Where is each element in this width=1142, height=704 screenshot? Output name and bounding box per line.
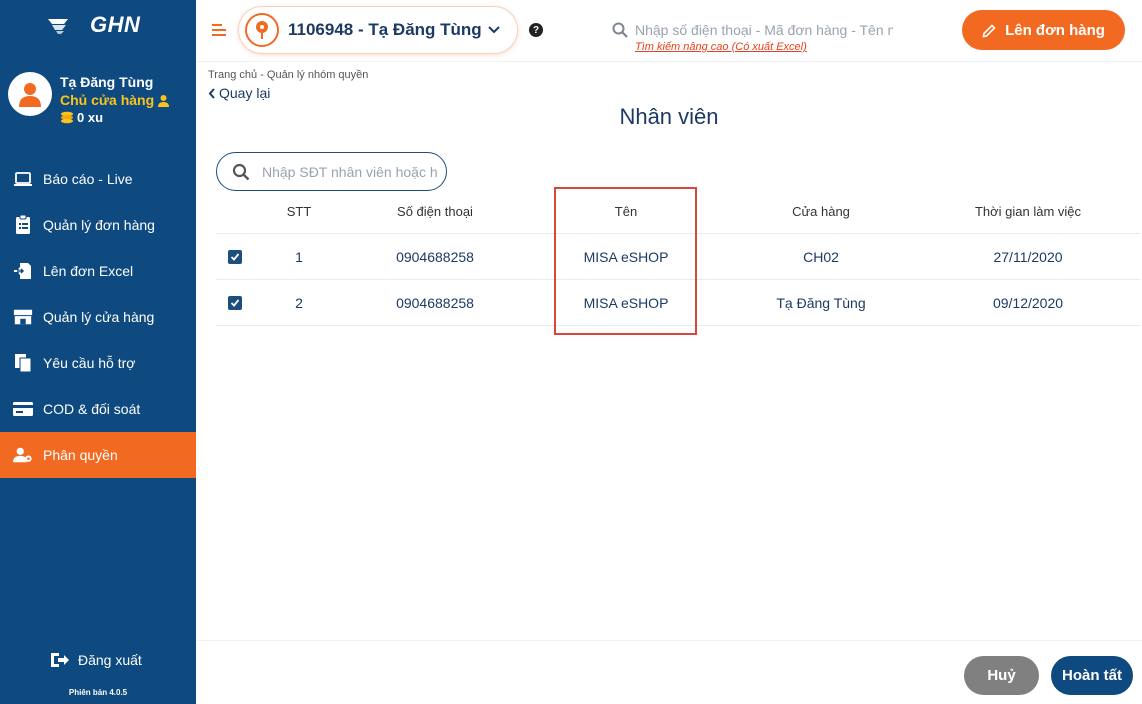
- avatar[interactable]: [8, 72, 52, 116]
- shop-name: 1106948 - Tạ Đăng Tùng: [288, 20, 482, 39]
- user-coins: 0 xu: [60, 110, 170, 125]
- employee-search-input[interactable]: [262, 163, 437, 180]
- logout-button[interactable]: Đăng xuất: [50, 652, 142, 668]
- file-import-icon: [13, 261, 33, 281]
- shop-selector[interactable]: 1106948 - Tạ Đăng Tùng: [238, 6, 518, 54]
- sidebar-item-label: Báo cáo - Live: [43, 171, 133, 187]
- checkmark-icon: [230, 252, 240, 261]
- sidebar-item-quan-ly-don-hang[interactable]: Quản lý đơn hàng: [0, 202, 196, 248]
- sidebar-item-phan-quyen[interactable]: Phân quyền: [0, 432, 196, 478]
- cell-name: MISA eSHOP: [583, 294, 669, 311]
- sidebar-item-label: Quản lý đơn hàng: [43, 217, 155, 233]
- cell-time: 27/11/2020: [993, 248, 1063, 265]
- logo-text: GHN: [90, 12, 141, 37]
- top-header: 1106948 - Tạ Đăng Tùng ? Tìm kiếm nâng c…: [196, 0, 1142, 62]
- table-row: 2 0904688258 MISA eSHOP Tạ Đăng Tùng 09/…: [216, 280, 1140, 326]
- page-title: Nhân viên: [619, 104, 719, 129]
- sidebar-item-quan-ly-cua-hang[interactable]: Quản lý cửa hàng: [0, 294, 196, 340]
- user-profile: Tạ Đăng Tùng Chủ cửa hàng 0 xu: [8, 72, 170, 125]
- sidebar-item-label: Phân quyền: [43, 447, 118, 463]
- ghn-logo[interactable]: GHN: [46, 12, 140, 38]
- checkmark-icon: [230, 298, 240, 307]
- user-name: Tạ Đăng Tùng: [60, 74, 154, 90]
- employee-table: STT Số điện thoại Tên Cửa hàng Thời gian…: [216, 190, 1140, 326]
- cell-time: 09/12/2020: [992, 294, 1064, 311]
- cell-phone: 0904688258: [396, 294, 474, 311]
- sidebar-item-bao-cao[interactable]: Báo cáo - Live: [0, 156, 196, 202]
- cell-shop: CH02: [803, 248, 839, 265]
- version-label: Phiên bản 4.0.5: [68, 688, 128, 697]
- create-order-button[interactable]: Lên đơn hàng: [962, 10, 1125, 50]
- order-search-input[interactable]: [635, 20, 893, 40]
- sidebar: GHN Tạ Đăng Tùng Chủ cửa hàng 0 xu Báo c…: [0, 0, 196, 704]
- owner-badge-icon: [158, 94, 170, 107]
- column-header-name: Tên: [614, 204, 638, 219]
- sidebar-item-len-don-excel[interactable]: Lên đơn Excel: [0, 248, 196, 294]
- row-checkbox[interactable]: [228, 295, 242, 310]
- table-header-row: STT Số điện thoại Tên Cửa hàng Thời gian…: [216, 190, 1140, 234]
- store-icon: [13, 307, 33, 327]
- action-footer: Huỷ Hoàn tất: [196, 640, 1142, 704]
- help-icon[interactable]: ?: [529, 23, 543, 37]
- location-pin-icon: [256, 21, 268, 39]
- cell-stt: 1: [295, 248, 303, 265]
- logout-icon: [51, 653, 69, 667]
- search-icon: [232, 163, 250, 180]
- chevron-down-icon: [488, 26, 500, 34]
- user-gear-icon: [13, 445, 33, 465]
- search-icon: [612, 22, 628, 38]
- clipboard-icon: [13, 215, 33, 235]
- create-order-label: Lên đơn hàng: [1005, 21, 1105, 39]
- chevron-left-icon: [208, 87, 215, 99]
- shop-pin: [245, 13, 279, 47]
- cell-name: MISA eSHOP: [583, 248, 669, 265]
- breadcrumb: Trang chủ - Quản lý nhóm quyền: [208, 69, 369, 81]
- column-header-time: Thời gian làm việc: [974, 204, 1082, 219]
- documents-icon: [13, 353, 33, 373]
- employee-search: [216, 152, 447, 191]
- user-role-label: Chủ cửa hàng: [60, 92, 155, 108]
- back-label: Quay lại: [219, 85, 271, 101]
- cell-shop: Tạ Đăng Tùng: [776, 294, 866, 311]
- column-header-stt: STT: [286, 204, 312, 219]
- table-row: 1 0904688258 MISA eSHOP CH02 27/11/2020: [216, 234, 1140, 280]
- sidebar-item-label: Lên đơn Excel: [43, 263, 134, 279]
- sidebar-item-cod-doi-soat[interactable]: COD & đối soát: [0, 386, 196, 432]
- card-icon: [13, 399, 33, 419]
- sidebar-item-label: COD & đối soát: [43, 401, 141, 417]
- cancel-button[interactable]: Huỷ: [964, 656, 1039, 695]
- back-link[interactable]: Quay lại: [208, 85, 270, 101]
- cell-stt: 2: [295, 294, 303, 311]
- monitor-icon: [13, 169, 33, 189]
- column-header-phone: Số điện thoại: [397, 204, 473, 219]
- coins-icon: [61, 111, 73, 124]
- sidebar-nav: Báo cáo - Live Quản lý đơn hàng Lên đơn …: [0, 156, 196, 478]
- sidebar-item-yeu-cau-ho-tro[interactable]: Yêu cầu hỗ trợ: [0, 340, 196, 386]
- sidebar-item-label: Quản lý cửa hàng: [43, 309, 155, 325]
- column-header-shop: Cửa hàng: [792, 204, 850, 219]
- cell-phone: 0904688258: [396, 248, 474, 265]
- done-button[interactable]: Hoàn tất: [1051, 656, 1133, 695]
- logo-wings-icon: [48, 19, 68, 34]
- row-checkbox[interactable]: [228, 249, 242, 264]
- advanced-search-link[interactable]: Tìm kiếm nâng cao (Có xuất Excel): [635, 41, 807, 53]
- user-role: Chủ cửa hàng: [60, 92, 170, 108]
- user-icon: [19, 83, 41, 107]
- pencil-icon: [982, 23, 996, 37]
- coins-label: 0 xu: [77, 110, 104, 125]
- sidebar-item-label: Yêu cầu hỗ trợ: [43, 355, 136, 371]
- menu-toggle-icon[interactable]: [212, 23, 228, 37]
- logout-label: Đăng xuất: [78, 652, 142, 668]
